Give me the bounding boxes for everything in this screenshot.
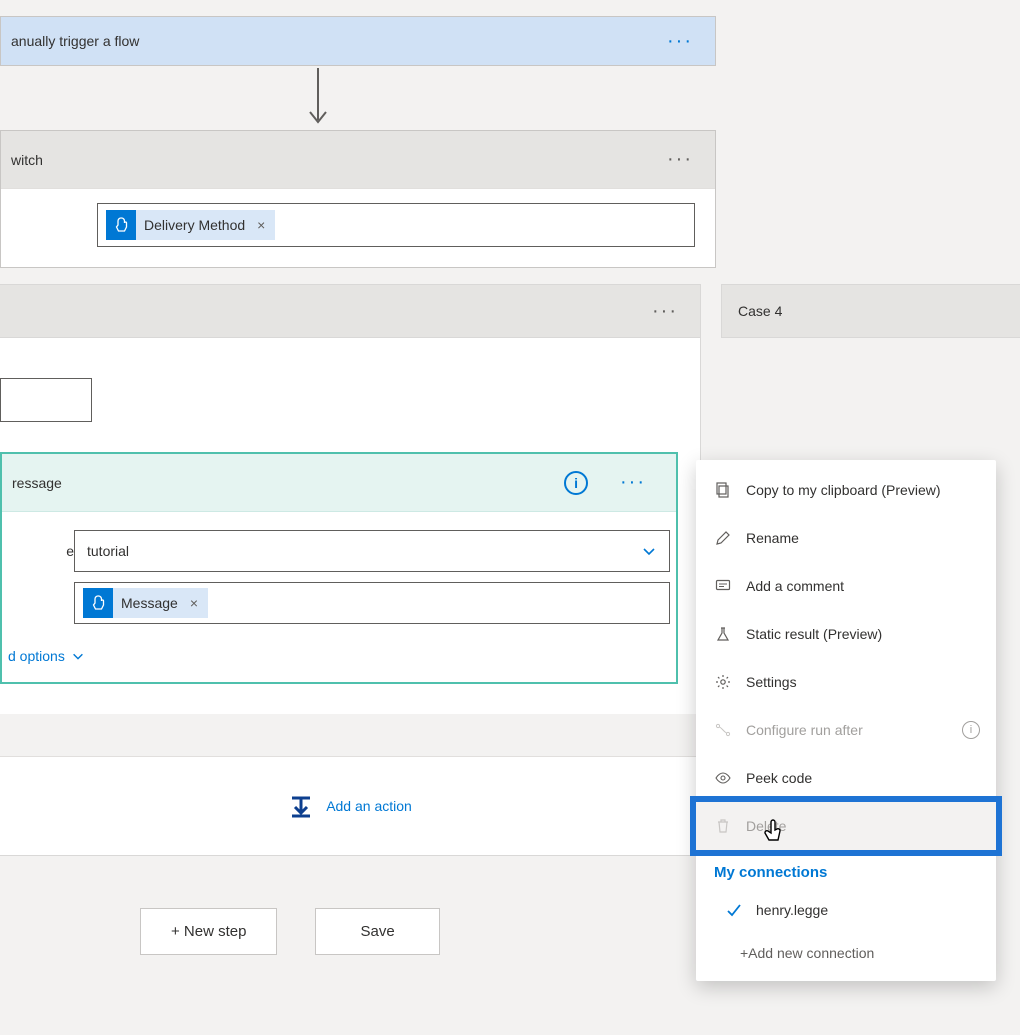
- post-message-action-card: ressage i ··· e tutorial: [0, 452, 678, 684]
- arrow-down-icon: [306, 68, 330, 130]
- branch-icon: [714, 721, 732, 739]
- case-equals-input[interactable]: [0, 378, 92, 422]
- bottom-buttons: + New step Save: [140, 908, 440, 955]
- case-left-header[interactable]: ···: [0, 284, 701, 338]
- token-label: Delivery Method: [136, 217, 253, 233]
- action-title: ressage: [12, 475, 564, 491]
- chevron-down-icon: [71, 649, 85, 663]
- menu-delete[interactable]: Delete: [696, 802, 996, 850]
- pencil-icon: [714, 529, 732, 547]
- copy-icon: [714, 481, 732, 499]
- trigger-title: anually trigger a flow: [11, 33, 645, 49]
- trigger-card[interactable]: anually trigger a flow ···: [0, 16, 716, 66]
- token-label: Message: [113, 595, 186, 611]
- case-body: ressage i ··· e tutorial: [0, 338, 701, 714]
- trash-icon: [714, 817, 732, 835]
- action-body: e tutorial Message ×: [2, 512, 676, 682]
- channel-value: tutorial: [87, 543, 129, 559]
- advanced-label: d options: [8, 648, 65, 664]
- action-header[interactable]: ressage i ···: [2, 454, 676, 512]
- finger-tap-icon: [106, 210, 136, 240]
- switch-body: Delivery Method ×: [1, 189, 715, 267]
- menu-peek-code[interactable]: Peek code: [696, 754, 996, 802]
- comment-icon: [714, 577, 732, 595]
- menu-settings[interactable]: Settings: [696, 658, 996, 706]
- case-menu-ellipsis[interactable]: ···: [630, 300, 700, 323]
- channel-label: e: [2, 543, 74, 559]
- flask-icon: [714, 625, 732, 643]
- insert-action-icon: [288, 793, 314, 819]
- switch-title: witch: [11, 152, 645, 168]
- token-message: Message ×: [83, 588, 208, 618]
- menu-static-result[interactable]: Static result (Preview): [696, 610, 996, 658]
- menu-copy[interactable]: Copy to my clipboard (Preview): [696, 466, 996, 514]
- message-field-row: Message ×: [2, 582, 670, 624]
- menu-add-comment[interactable]: Add a comment: [696, 562, 996, 610]
- token-delivery-method: Delivery Method ×: [106, 210, 275, 240]
- action-context-menu: Copy to my clipboard (Preview) Rename Ad…: [696, 460, 996, 981]
- token-remove[interactable]: ×: [186, 595, 208, 611]
- case-strip: ··· Case 4: [0, 284, 1020, 338]
- info-icon: i: [962, 721, 980, 739]
- info-icon[interactable]: i: [564, 471, 588, 495]
- case-4-header[interactable]: Case 4: [721, 284, 1020, 338]
- check-icon: [726, 902, 742, 918]
- action-menu-ellipsis[interactable]: ···: [598, 471, 668, 494]
- case-4-label: Case 4: [738, 303, 782, 319]
- connection-name: henry.legge: [756, 902, 828, 918]
- menu-configure-run-after: Configure run after i: [696, 706, 996, 754]
- finger-tap-icon: [83, 588, 113, 618]
- switch-card: witch ··· Delivery Method ×: [0, 130, 716, 268]
- switch-menu-ellipsis[interactable]: ···: [645, 148, 715, 171]
- switch-header[interactable]: witch ···: [1, 131, 715, 189]
- channel-dropdown[interactable]: tutorial: [74, 530, 670, 572]
- trigger-menu-ellipsis[interactable]: ···: [645, 30, 715, 53]
- channel-field-row: e tutorial: [2, 530, 670, 572]
- add-an-action-button[interactable]: Add an action: [0, 756, 701, 856]
- eye-icon: [714, 769, 732, 787]
- show-advanced-options[interactable]: d options: [2, 634, 670, 664]
- add-action-label: Add an action: [326, 798, 412, 814]
- menu-rename[interactable]: Rename: [696, 514, 996, 562]
- menu-heading-my-connections: My connections: [696, 850, 996, 887]
- switch-on-input[interactable]: Delivery Method ×: [97, 203, 695, 247]
- connection-item[interactable]: henry.legge: [696, 887, 996, 933]
- message-input[interactable]: Message ×: [74, 582, 670, 624]
- new-step-button[interactable]: + New step: [140, 908, 277, 955]
- save-button[interactable]: Save: [315, 908, 439, 955]
- gear-icon: [714, 673, 732, 691]
- token-remove[interactable]: ×: [253, 217, 275, 233]
- add-new-connection[interactable]: +Add new connection: [696, 933, 996, 975]
- chevron-down-icon: [641, 543, 657, 559]
